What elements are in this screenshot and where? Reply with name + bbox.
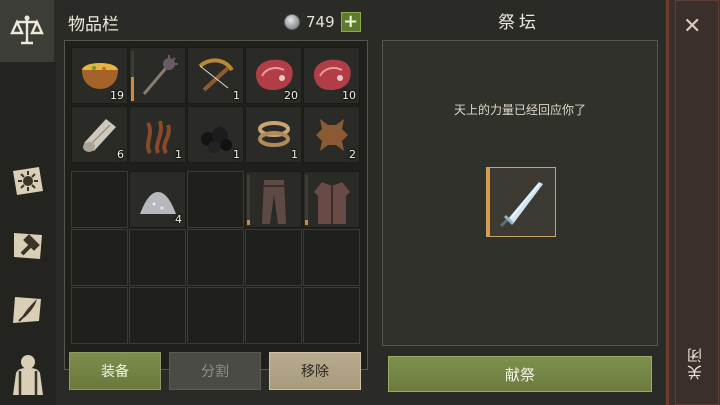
character-icon — [8, 353, 48, 397]
inventory-slot[interactable]: 1 — [129, 106, 186, 163]
tab-journal[interactable] — [0, 150, 56, 212]
inventory-slot-empty[interactable] — [71, 171, 128, 228]
leather-armor-icon — [314, 182, 350, 224]
scales-icon — [9, 13, 45, 49]
altar-message: 天上的力量已经回应你了 — [453, 103, 586, 117]
tab-trade[interactable] — [0, 0, 56, 62]
crossbow-icon — [198, 58, 234, 92]
inventory-slot-empty[interactable] — [129, 229, 186, 286]
sun-scroll-icon — [9, 163, 47, 199]
inventory-slot[interactable]: 1 — [187, 106, 244, 163]
close-icon[interactable]: ✕ — [683, 14, 701, 39]
inventory-slot[interactable]: 19 — [71, 47, 128, 104]
inventory-panel: 19 1 20 10 6 1 1 1 2 4 — [64, 40, 368, 370]
durability-bar — [305, 220, 308, 225]
inventory-grid-top: 19 1 20 10 6 1 1 1 2 — [71, 47, 363, 165]
inventory-slot[interactable]: 6 — [71, 106, 128, 163]
close-strip[interactable]: ✕ 关闭 — [666, 0, 720, 405]
offer-button[interactable]: 献祭 — [388, 356, 652, 392]
tab-character[interactable] — [0, 344, 56, 405]
inventory-slot[interactable]: 10 — [303, 47, 360, 104]
equip-button[interactable]: 装备 — [69, 352, 161, 390]
inventory-slot-empty[interactable] — [129, 287, 186, 344]
inventory-slot-empty[interactable] — [187, 287, 244, 344]
tab-bar — [0, 0, 56, 405]
leather-pants-icon — [262, 180, 286, 224]
tab-notes[interactable] — [0, 278, 56, 340]
inventory-slot-empty[interactable] — [71, 287, 128, 344]
inventory-slot[interactable]: 4 — [129, 171, 186, 228]
add-currency-button[interactable]: + — [340, 12, 361, 32]
mace-icon — [142, 55, 178, 95]
powder-pile-icon — [140, 192, 176, 214]
rope-icon — [258, 121, 290, 147]
soup-bowl-icon — [82, 63, 118, 89]
inventory-grid-bottom: 4 — [71, 171, 363, 345]
hammer-icon — [9, 227, 47, 263]
altar-panel: 天上的力量已经回应你了 — [382, 40, 658, 346]
inventory-slot[interactable]: 1 — [187, 47, 244, 104]
inventory-slot[interactable] — [129, 47, 186, 104]
inventory-slot-empty[interactable] — [303, 287, 360, 344]
raw-meat-icon — [314, 59, 351, 90]
inventory-slot-empty[interactable] — [245, 229, 302, 286]
altar-title: 祭坛 — [498, 13, 540, 33]
offering-slot[interactable] — [486, 167, 556, 237]
coal-icon — [201, 127, 232, 153]
seaweed-icon — [146, 120, 171, 155]
currency-value: 749 — [306, 13, 335, 31]
inventory-slot-empty[interactable] — [71, 229, 128, 286]
silver-coin-icon — [284, 14, 300, 30]
inventory-slot[interactable]: 20 — [245, 47, 302, 104]
tab-crafting[interactable] — [0, 214, 56, 276]
inventory-slot-empty[interactable] — [303, 229, 360, 286]
inventory-title: 物品栏 — [68, 15, 119, 35]
leather-hide-icon — [316, 119, 348, 151]
quill-scroll-icon — [9, 291, 47, 327]
split-button[interactable]: 分割 — [169, 352, 261, 390]
inventory-slot[interactable]: 1 — [245, 106, 302, 163]
durability-bar — [247, 220, 250, 225]
inventory-slot[interactable]: 2 — [303, 106, 360, 163]
inventory-slot[interactable] — [245, 171, 302, 228]
inventory-slot-empty[interactable] — [245, 287, 302, 344]
inventory-slot[interactable] — [303, 171, 360, 228]
inventory-slot-empty[interactable] — [187, 171, 244, 228]
inventory-button-row: 装备 分割 移除 — [64, 352, 368, 392]
inventory-slot-empty[interactable] — [187, 229, 244, 286]
remove-button[interactable]: 移除 — [269, 352, 361, 390]
ice-sword-icon — [499, 182, 543, 228]
raw-meat-icon — [256, 59, 293, 90]
currency-display: 749 + — [284, 12, 361, 32]
durability-bar — [131, 77, 134, 101]
close-label[interactable]: 关闭 — [684, 346, 706, 380]
cloth-roll-icon — [83, 119, 116, 152]
